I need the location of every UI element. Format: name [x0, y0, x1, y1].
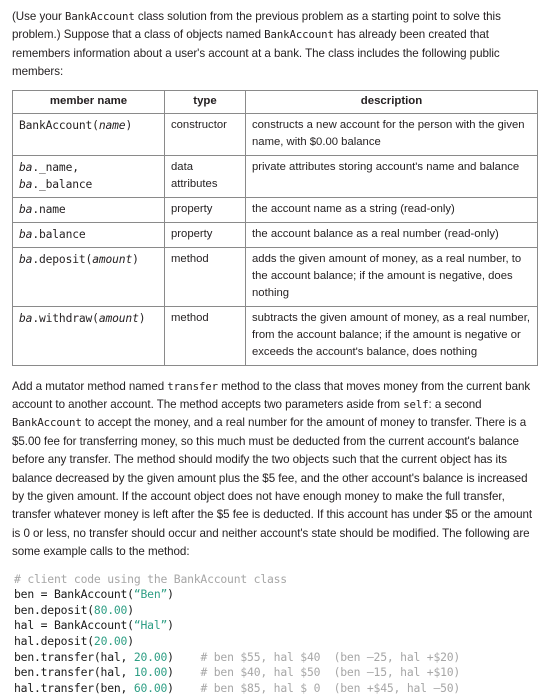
inline-code-bankaccount-1: BankAccount [64, 10, 135, 23]
member-object-text: ba [19, 202, 33, 216]
table-header-row: member name type description [12, 89, 538, 114]
inline-code-self: self [403, 398, 429, 412]
member-param-text: name [98, 118, 126, 132]
code-line: ben.transfer(hal, 20.00) # ben $55, hal … [14, 650, 537, 666]
inline-code-bankaccount-3: BankAccount [12, 416, 82, 430]
table-row: BankAccount(name) constructor constructs… [12, 112, 538, 156]
task-paragraph: Add a mutator method named transfer meth… [12, 378, 537, 562]
code-text: ) [167, 618, 174, 633]
member-object-text: ba [19, 252, 33, 266]
members-table: member name type description BankAccount… [12, 89, 538, 366]
member-name-close: ) [132, 252, 139, 266]
member-name-cell: ba.balance [12, 221, 165, 248]
member-type-cell: method [164, 246, 246, 307]
code-string: “Hal” [133, 618, 168, 633]
member-attr-text: ._name, [32, 160, 79, 174]
task-text-d: to accept the money, and a real number f… [12, 416, 533, 559]
task-text-c: : a second [428, 398, 482, 412]
member-description-cell: constructs a new account for the person … [245, 112, 538, 156]
code-text: ) [127, 602, 134, 617]
code-string: “Ben” [133, 587, 168, 602]
member-name-close: ) [125, 118, 133, 132]
member-name-cell: ba._name, ba._balance [12, 154, 165, 198]
inline-code-bankaccount-2: BankAccount [264, 28, 334, 42]
member-attr-text: .name [32, 202, 66, 216]
column-header-member-name: member name [12, 89, 165, 114]
code-text: hal = BankAccount( [14, 618, 134, 633]
member-attr-text: .balance [32, 227, 86, 241]
member-attr-text: .deposit( [32, 252, 93, 266]
table-row: ba._name, ba._balance data attributes pri… [12, 154, 538, 198]
member-description-cell: subtracts the given amount of money, as … [245, 305, 538, 366]
code-number: 10.00 [133, 665, 168, 680]
code-line: # client code using the BankAccount clas… [14, 572, 537, 588]
code-text: ) [167, 680, 201, 695]
table-row: ba.withdraw(amount) method subtracts the… [12, 305, 538, 366]
inline-code-transfer: transfer [167, 379, 218, 393]
member-type-cell: data attributes [164, 154, 246, 198]
table-row: ba.balance property the account balance … [12, 221, 538, 248]
member-name-cell: ba.withdraw(amount) [12, 305, 165, 366]
intro-paragraph: (Use your BankAccount class solution fro… [12, 8, 537, 82]
code-number: 20.00 [93, 634, 128, 649]
code-text: hal.transfer(ben, [14, 680, 134, 695]
intro-text-a: (Use your [12, 10, 65, 23]
member-object-text-2: ba [19, 177, 33, 191]
code-text: ben.deposit( [14, 602, 94, 617]
table-row: ba.deposit(amount) method adds the given… [12, 246, 538, 307]
code-number: 60.00 [133, 680, 168, 695]
member-object-text: ba [19, 227, 33, 241]
code-comment: # ben $55, hal $40 (ben –25, hal +$20) [200, 649, 461, 664]
code-text: ) [167, 665, 201, 680]
member-name-close: ) [138, 311, 146, 325]
code-line: ben = BankAccount(“Ben”) [14, 587, 537, 603]
member-object-text: ba [19, 311, 33, 325]
member-param-text: amount [98, 311, 139, 325]
code-text: ben = BankAccount( [14, 587, 134, 602]
code-number: 80.00 [93, 602, 128, 617]
member-description-cell: the account name as a string (read-only) [245, 196, 538, 223]
member-description-cell: adds the given amount of money, as a rea… [245, 246, 538, 307]
example-code-block: # client code using the BankAccount clas… [14, 571, 537, 697]
member-name-cell: ba.name [12, 196, 165, 223]
table-row: ba.name property the account name as a s… [12, 196, 538, 223]
code-line: ben.transfer(hal, 10.00) # ben $40, hal … [14, 665, 537, 681]
code-line: hal = BankAccount(“Hal”) [14, 618, 537, 634]
code-comment: # ben $40, hal $50 (ben –15, hal +$10) [200, 665, 461, 680]
problem-statement-page: (Use your BankAccount class solution fro… [0, 0, 551, 700]
member-name-text: BankAccount( [19, 118, 99, 132]
member-description-cell: the account balance as a real number (re… [245, 221, 538, 248]
member-param-text: amount [92, 252, 133, 266]
column-header-type: type [164, 89, 246, 114]
member-type-cell: constructor [164, 112, 246, 156]
code-line: ben.deposit(80.00) [14, 603, 537, 619]
code-number: 20.00 [133, 649, 168, 664]
member-name-cell: ba.deposit(amount) [12, 246, 165, 307]
member-description-cell: private attributes storing account's nam… [245, 154, 538, 198]
code-line: hal.deposit(20.00) [14, 634, 537, 650]
member-type-cell: property [164, 196, 246, 223]
member-type-cell: method [164, 305, 246, 366]
member-object-text: ba [19, 160, 33, 174]
member-attr-text-2: ._balance [32, 177, 93, 191]
code-comment: # ben $85, hal $ 0 (ben +$45, hal –50) [200, 680, 461, 695]
member-type-cell: property [164, 221, 246, 248]
member-attr-text: .withdraw( [32, 311, 99, 325]
code-text: ) [167, 587, 174, 602]
code-text: ben.transfer(hal, [14, 649, 134, 664]
column-header-description: description [245, 89, 538, 114]
task-text-a: Add a mutator method named [12, 379, 168, 393]
code-text: hal.deposit( [14, 634, 94, 649]
code-comment: # client code using the BankAccount clas… [14, 571, 287, 586]
member-name-cell: BankAccount(name) [12, 112, 165, 156]
code-text: ben.transfer(hal, [14, 665, 134, 680]
code-line: hal.transfer(ben, 60.00) # ben $85, hal … [14, 681, 537, 697]
code-text: ) [127, 634, 134, 649]
code-text: ) [167, 649, 201, 664]
